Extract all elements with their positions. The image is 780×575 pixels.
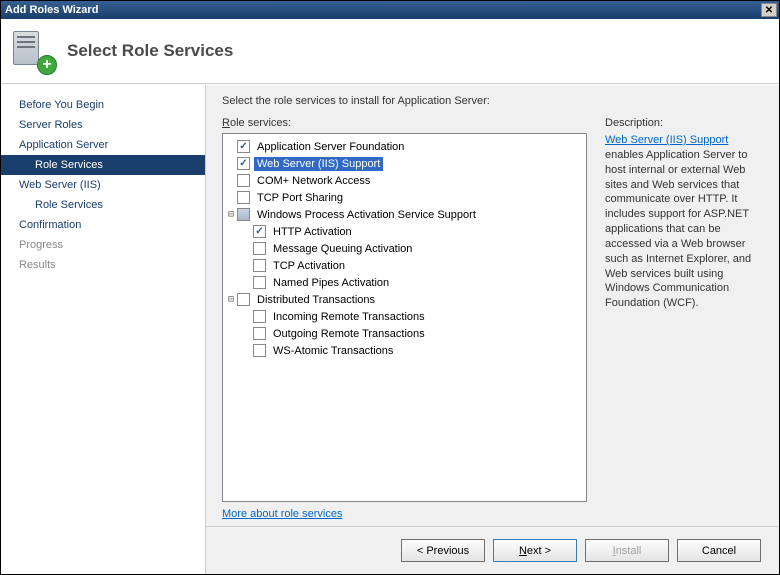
- tree-label: Windows Process Activation Service Suppo…: [254, 208, 479, 222]
- nav-role-services-appserver[interactable]: Role Services: [1, 155, 205, 175]
- tree-item-msmq-activation[interactable]: Message Queuing Activation: [225, 240, 584, 257]
- checkbox-icon[interactable]: [253, 259, 266, 272]
- tree-label: Incoming Remote Transactions: [270, 310, 428, 324]
- tree-item-web-server-iis-support[interactable]: Web Server (IIS) Support: [225, 155, 584, 172]
- tree-label: Distributed Transactions: [254, 293, 378, 307]
- role-services-tree[interactable]: Application Server Foundation Web Server…: [222, 133, 587, 502]
- checkbox-icon[interactable]: [253, 327, 266, 340]
- tree-item-outgoing-remote-tx[interactable]: Outgoing Remote Transactions: [225, 325, 584, 342]
- wizard-body: Before You Begin Server Roles Applicatio…: [1, 84, 779, 574]
- tree-label: Named Pipes Activation: [270, 276, 392, 290]
- checkbox-icon[interactable]: [237, 191, 250, 204]
- tree-item-tcp-activation[interactable]: TCP Activation: [225, 257, 584, 274]
- install-button: Install: [585, 539, 669, 562]
- tree-label: Outgoing Remote Transactions: [270, 327, 428, 341]
- description-body: enables Application Server to host inter…: [605, 149, 751, 309]
- close-icon: ✕: [765, 5, 773, 16]
- nav-before-you-begin[interactable]: Before You Begin: [1, 95, 205, 115]
- nav-confirmation[interactable]: Confirmation: [1, 215, 205, 235]
- checkbox-icon[interactable]: [253, 310, 266, 323]
- tree-item-incoming-remote-tx[interactable]: Incoming Remote Transactions: [225, 308, 584, 325]
- tree-item-com-plus[interactable]: COM+ Network Access: [225, 172, 584, 189]
- tree-item-wpas-support[interactable]: ⊟ Windows Process Activation Service Supp…: [225, 206, 584, 223]
- tree-item-named-pipes-activation[interactable]: Named Pipes Activation: [225, 274, 584, 291]
- tree-label: Web Server (IIS) Support: [254, 157, 383, 171]
- tree-label: TCP Activation: [270, 259, 348, 273]
- wizard-window: Add Roles Wizard ✕ + Select Role Service…: [0, 0, 780, 575]
- tree-item-distributed-transactions[interactable]: ⊟ Distributed Transactions: [225, 291, 584, 308]
- checkbox-icon[interactable]: [253, 225, 266, 238]
- tree-label: Application Server Foundation: [254, 140, 407, 154]
- next-button[interactable]: Next >: [493, 539, 577, 562]
- titlebar: Add Roles Wizard ✕: [1, 1, 779, 19]
- collapse-icon[interactable]: ⊟: [225, 294, 237, 305]
- checkbox-icon[interactable]: [237, 157, 250, 170]
- tree-item-tcp-port-sharing[interactable]: TCP Port Sharing: [225, 189, 584, 206]
- tree-label: HTTP Activation: [270, 225, 355, 239]
- nav-role-services-iis[interactable]: Role Services: [1, 195, 205, 215]
- instruction-text: Select the role services to install for …: [222, 95, 763, 107]
- main-panel: Select the role services to install for …: [206, 85, 779, 574]
- nav-progress: Progress: [1, 235, 205, 255]
- cancel-button[interactable]: Cancel: [677, 539, 761, 562]
- nav-web-server-iis[interactable]: Web Server (IIS): [1, 175, 205, 195]
- checkbox-icon[interactable]: [253, 344, 266, 357]
- role-services-label: Role services:: [222, 117, 587, 129]
- nav-application-server[interactable]: Application Server: [1, 135, 205, 155]
- previous-button[interactable]: < Previous: [401, 539, 485, 562]
- checkbox-icon[interactable]: [253, 276, 266, 289]
- tree-label: COM+ Network Access: [254, 174, 373, 188]
- tree-item-http-activation[interactable]: HTTP Activation: [225, 223, 584, 240]
- button-row: < Previous Next > Install Cancel: [206, 526, 779, 574]
- page-title: Select Role Services: [67, 41, 233, 61]
- server-plus-icon: +: [13, 31, 53, 71]
- wizard-header: + Select Role Services: [1, 19, 779, 84]
- checkbox-indeterminate-icon[interactable]: [237, 208, 250, 221]
- checkbox-icon[interactable]: [237, 174, 250, 187]
- nav-results: Results: [1, 255, 205, 275]
- checkbox-icon[interactable]: [253, 242, 266, 255]
- checkbox-icon[interactable]: [237, 293, 250, 306]
- description-text: Web Server (IIS) Support enables Applica…: [605, 133, 763, 311]
- tree-label: Message Queuing Activation: [270, 242, 415, 256]
- main-content: Select the role services to install for …: [206, 85, 779, 526]
- nav-server-roles[interactable]: Server Roles: [1, 115, 205, 135]
- wizard-nav: Before You Begin Server Roles Applicatio…: [1, 85, 206, 574]
- window-title: Add Roles Wizard: [5, 4, 98, 16]
- checkbox-icon[interactable]: [237, 140, 250, 153]
- collapse-icon[interactable]: ⊟: [225, 209, 237, 220]
- tree-item-ws-atomic-tx[interactable]: WS-Atomic Transactions: [225, 342, 584, 359]
- tree-label: WS-Atomic Transactions: [270, 344, 396, 358]
- close-button[interactable]: ✕: [761, 3, 777, 17]
- more-about-link[interactable]: More about role services: [222, 508, 587, 520]
- tree-item-app-server-foundation[interactable]: Application Server Foundation: [225, 138, 584, 155]
- description-label: Description:: [605, 117, 763, 129]
- tree-label: TCP Port Sharing: [254, 191, 346, 205]
- description-link[interactable]: Web Server (IIS) Support: [605, 134, 728, 146]
